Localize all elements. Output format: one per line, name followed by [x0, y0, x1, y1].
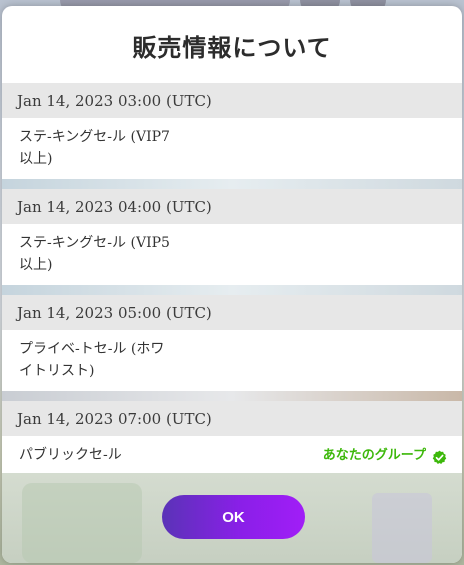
ok-button[interactable]: OK — [162, 495, 305, 539]
check-circle-icon — [432, 450, 447, 464]
sale-name: パブリックセ-ル — [19, 447, 122, 463]
sale-datetime: Jan 14, 2023 07:00 (UTC) — [2, 401, 462, 436]
modal-title: 販売情報について — [132, 33, 332, 62]
sale-name-line: プライベ-トセ-ル (ホワ — [19, 341, 165, 357]
sale-name: ステ-キングセ-ル (VIP7 以上) — [19, 126, 189, 170]
sale-row: パブリックセ-ル あなたのグループ — [2, 436, 462, 476]
sale-name-line: ステ-キングセ-ル (VIP7 — [19, 129, 170, 145]
your-group-label: あなたのグループ — [322, 448, 426, 463]
sale-name-line: 以上) — [19, 257, 53, 273]
sale-schedule-list: Jan 14, 2023 03:00 (UTC) ステ-キングセ-ル (VIP7… — [2, 83, 462, 476]
your-group-badge: あなたのグループ — [323, 444, 447, 467]
sale-name-line: 以上) — [19, 151, 53, 167]
background-shape — [372, 493, 432, 563]
sale-name: ステ-キングセ-ル (VIP5 以上) — [19, 232, 189, 276]
background-shape — [22, 483, 142, 563]
row-divider — [2, 179, 462, 189]
sale-name-line: イトリスト) — [19, 363, 95, 379]
sale-datetime: Jan 14, 2023 05:00 (UTC) — [2, 295, 462, 330]
sale-datetime: Jan 14, 2023 03:00 (UTC) — [2, 83, 462, 118]
sale-name-line: ステ-キングセ-ル (VIP5 — [19, 235, 170, 251]
sale-name: プライベ-トセ-ル (ホワ イトリスト) — [19, 338, 189, 382]
row-divider — [2, 391, 462, 401]
row-divider — [2, 285, 462, 295]
sale-row: ステ-キングセ-ル (VIP7 以上) — [2, 118, 462, 179]
sale-info-modal: 販売情報について Jan 14, 2023 03:00 (UTC) ステ-キング… — [2, 6, 462, 563]
sale-row: ステ-キングセ-ル (VIP5 以上) — [2, 224, 462, 285]
sale-row: プライベ-トセ-ル (ホワ イトリスト) — [2, 330, 462, 391]
sale-datetime: Jan 14, 2023 04:00 (UTC) — [2, 189, 462, 224]
